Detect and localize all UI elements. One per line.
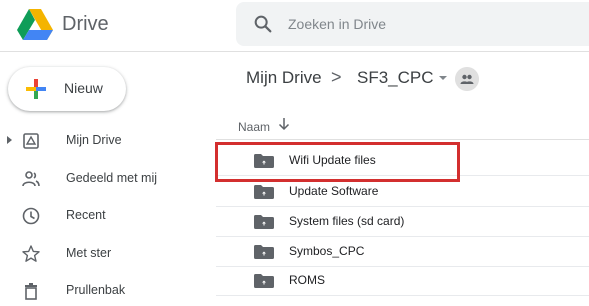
breadcrumb-separator: >: [331, 67, 342, 87]
column-header-name[interactable]: Naam: [238, 120, 270, 134]
shared-with-me-icon: [22, 171, 40, 187]
sidebar-item-trash[interactable]: Prullenbak: [0, 276, 200, 306]
trash-icon: [25, 283, 37, 300]
new-button-label: Nieuw: [64, 80, 103, 96]
sidebar-item-label: Gedeeld met mij: [66, 171, 158, 185]
table-row[interactable]: ROMS: [216, 265, 589, 296]
expand-arrow-icon[interactable]: [7, 136, 12, 144]
breadcrumb-root[interactable]: Mijn Drive: [246, 68, 322, 88]
table-row[interactable]: Symbos_CPC: [216, 236, 589, 267]
clock-icon: [22, 207, 40, 225]
search-input[interactable]: [288, 2, 578, 46]
google-drive-logo-icon[interactable]: [16, 8, 54, 42]
new-button[interactable]: Nieuw: [8, 67, 126, 111]
product-name[interactable]: Drive: [62, 10, 109, 38]
header-divider: [216, 139, 589, 140]
sidebar-item-shared-with-me[interactable]: Gedeeld met mij: [0, 164, 200, 194]
folder-icon: [254, 274, 274, 288]
folder-icon: [254, 245, 274, 259]
sidebar-item-label: Mijn Drive: [66, 133, 122, 147]
sidebar-item-my-drive[interactable]: Mijn Drive: [0, 126, 200, 156]
sidebar-item-label: Met ster: [66, 246, 112, 260]
sidebar-item-label: Prullenbak: [66, 283, 126, 297]
folder-icon: [254, 185, 274, 199]
file-name: Symbos_CPC: [289, 244, 365, 258]
folder-menu-caret-icon[interactable]: [439, 76, 447, 80]
file-name: Update Software: [289, 184, 379, 198]
file-name: System files (sd card): [289, 214, 405, 228]
breadcrumb-current-folder[interactable]: SF3_CPC: [357, 68, 434, 88]
folder-icon: [254, 215, 274, 229]
search-bar[interactable]: [236, 2, 589, 46]
file-name: ROMS: [289, 273, 325, 287]
table-row[interactable]: Update Software: [216, 176, 589, 207]
folder-icon: [254, 154, 274, 168]
sidebar-item-starred[interactable]: Met ster: [0, 239, 200, 269]
sidebar-item-label: Recent: [66, 208, 106, 222]
shared-folder-people-icon[interactable]: [455, 67, 479, 91]
search-icon[interactable]: [252, 13, 274, 35]
arrow-down-icon[interactable]: [277, 116, 291, 132]
my-drive-icon: [23, 133, 39, 149]
plus-icon: [26, 79, 46, 99]
star-icon: [22, 245, 40, 262]
topbar-divider: [0, 51, 589, 52]
table-row[interactable]: Wifi Update files: [216, 145, 589, 176]
sidebar-item-recent[interactable]: Recent: [0, 201, 200, 231]
file-name: Wifi Update files: [289, 153, 376, 167]
table-row[interactable]: System files (sd card): [216, 206, 589, 237]
